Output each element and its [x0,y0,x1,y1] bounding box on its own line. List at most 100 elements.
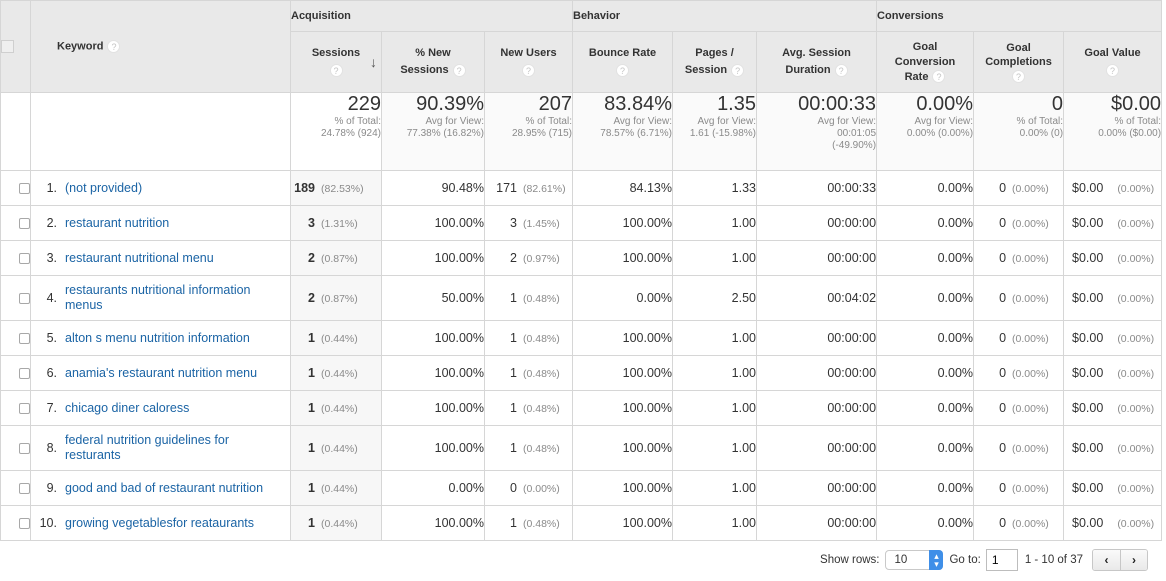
row-checkbox[interactable] [19,253,30,265]
next-page-button[interactable]: › [1120,550,1147,570]
summary-caption: 24.78% (924) [320,128,381,139]
help-icon[interactable]: ? [452,63,466,77]
new-users-cell: 1 (0.48%) [484,320,573,356]
pct-new-sessions-cell: 100.00% [381,205,485,241]
avg-session-duration-cell: 00:00:00 [755,205,878,241]
goal-completions-value: 0 [999,441,1007,455]
keyword-link[interactable]: restaurants nutritional information menu… [65,283,290,313]
row-select-cell [0,275,31,321]
goal-conversion-rate-cell: 0.00% [876,505,975,541]
goal-completions-column-header[interactable]: Goal Completions ? [973,31,1065,93]
goal-completions-percent: (0.00%) [1012,368,1049,380]
pages-per-session-column-header[interactable]: Pages / Session? [672,31,757,93]
sort-descending-icon[interactable]: ↓ [370,54,377,71]
row-checkbox[interactable] [19,293,30,305]
keyword-link[interactable]: restaurant nutritional menu [65,251,222,266]
row-select-cell [0,505,31,541]
pct-new-sessions-cell: 100.00% [381,355,485,391]
goto-page-input[interactable] [985,549,1018,571]
goal-conversion-rate-cell: 0.00% [876,320,975,356]
previous-page-button[interactable]: ‹ [1093,550,1120,570]
summary-caption: % of Total: [525,116,572,127]
pct-new-sessions-column-header[interactable]: % New Sessions? [381,31,485,93]
keyword-link[interactable]: federal nutrition guidelines for restura… [65,433,290,463]
goal-value-percent: (0.00%) [1117,518,1155,530]
keyword-link[interactable]: (not provided) [65,181,150,196]
summary-caption: (-49.90%) [832,140,877,151]
keyword-column-header[interactable]: Keyword? [30,0,291,93]
goal-completions-percent: (0.00%) [1012,333,1049,345]
sessions-cell: 1 (0.44%) [290,355,382,391]
keyword-link[interactable]: restaurant nutrition [65,216,177,231]
keyword-cell: 4. restaurants nutritional information me… [30,275,291,321]
row-checkbox[interactable] [19,333,30,345]
summary-value: 83.84% [604,93,672,115]
help-icon[interactable]: ? [107,40,121,53]
row-checkbox[interactable] [19,368,30,380]
select-all-checkbox[interactable] [1,40,14,53]
help-icon[interactable]: ? [616,63,629,77]
goal-value-value: $0.00 [1072,401,1104,415]
new-users-percent: (0.48%) [523,518,560,530]
sessions-cell: 1 (0.44%) [290,425,382,471]
show-rows-select[interactable]: 10 ▴ ▾ [885,550,944,570]
report-container: Keyword? Acquisition Behavior Conversion… [0,0,1166,581]
bounce-rate-cell: 0.00% [572,275,673,321]
pct-new-sessions-cell: 100.00% [381,390,485,426]
new-users-value: 1 [510,401,517,415]
goal-conversion-rate-column-header[interactable]: Goal Conversion Rate? [876,31,975,93]
help-icon[interactable]: ? [932,70,946,84]
row-select-cell [0,470,31,506]
summary-bounce-rate: 83.84% Avg for View: 78.57% (6.71%) [572,92,673,171]
summary-caption: 0.00% (0) [1019,128,1064,139]
help-icon[interactable]: ? [522,63,535,77]
row-checkbox[interactable] [19,183,30,195]
goal-value-cell: $0.00 (0.00%) [1063,470,1163,506]
goal-value-percent: (0.00%) [1117,253,1155,265]
help-icon[interactable]: ? [1012,69,1026,83]
pct-new-sessions-cell: 100.00% [381,505,485,541]
keyword-link[interactable]: good and bad of restaurant nutrition [65,481,271,496]
row-index: 5. [46,331,57,345]
sessions-value: 1 [308,366,315,380]
row-checkbox[interactable] [19,218,30,230]
sessions-cell: 3 (1.31%) [290,205,382,241]
goal-value-cell: $0.00 (0.00%) [1063,275,1163,321]
summary-value: 1.35 [717,93,756,115]
keyword-link[interactable]: alton s menu nutrition information [65,331,258,346]
new-users-column-header[interactable]: New Users ? [484,31,573,93]
keyword-link[interactable]: growing vegetablesfor reataurants [65,516,262,531]
goal-completions-cell: 0 (0.00%) [973,240,1065,276]
sessions-column-header[interactable]: Sessions ? ↓ [290,31,382,93]
sessions-value: 1 [308,331,315,345]
help-icon[interactable]: ? [731,63,745,77]
goal-completions-percent: (0.00%) [1012,253,1049,265]
goal-value-value: $0.00 [1072,251,1104,265]
help-icon[interactable]: ? [329,63,343,77]
avg-session-duration-column-header[interactable]: Avg. Session Duration? [755,31,878,93]
new-users-percent: (0.48%) [523,403,560,415]
summary-pages-per-session: 1.35 Avg for View: 1.61 (-15.98%) [672,92,757,171]
header-label-line: Avg. Session [782,47,851,59]
pages-per-session-cell: 2.50 [672,275,757,321]
bounce-rate-column-header[interactable]: Bounce Rate ? [572,31,673,93]
row-checkbox[interactable] [19,403,30,415]
new-users-cell: 0 (0.00%) [484,470,573,506]
header-label-line: Goal [912,40,938,53]
help-icon[interactable]: ? [1106,63,1120,77]
row-checkbox[interactable] [19,518,30,530]
row-checkbox[interactable] [19,443,30,455]
keyword-link[interactable]: anamia's restaurant nutrition menu [65,366,265,381]
keyword-cell: 6. anamia's restaurant nutrition menu [30,355,291,391]
goal-completions-value: 0 [999,291,1007,305]
new-users-value: 1 [510,366,517,380]
row-checkbox[interactable] [19,483,30,495]
bounce-rate-cell: 84.13% [572,170,673,206]
header-label-line: Bounce Rate [588,47,657,59]
goal-value-column-header[interactable]: Goal Value ? [1063,31,1163,93]
header-label-line: Duration [785,64,831,76]
help-icon[interactable]: ? [834,63,848,77]
keyword-link[interactable]: chicago diner caloress [65,401,197,416]
avg-session-duration-cell: 00:00:00 [755,320,878,356]
sessions-cell: 2 (0.87%) [290,275,382,321]
